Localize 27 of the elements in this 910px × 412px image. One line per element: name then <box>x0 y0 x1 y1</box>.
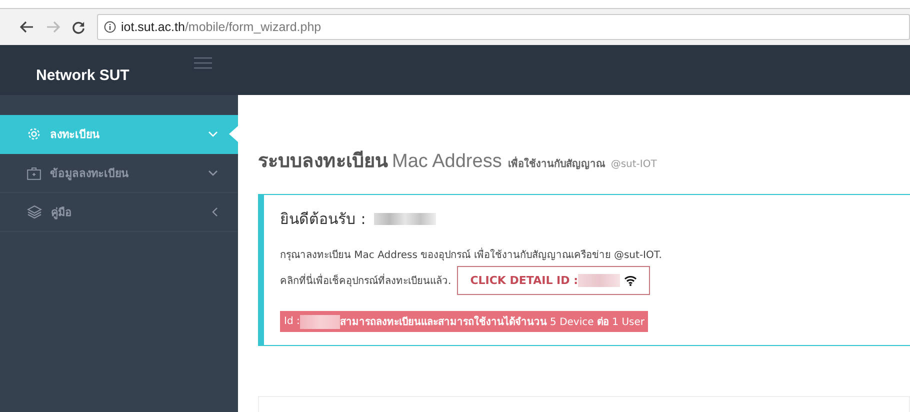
reload-icon[interactable] <box>72 20 85 34</box>
sidebar-item[interactable]: ข้อมูลลงทะเบียน <box>0 154 238 193</box>
click-detail-button[interactable]: CLICK DETAIL ID : <box>457 266 650 295</box>
instruction-text: กรุณาลงทะเบียน Mac Address ของอุปกรณ์ เพื่อใช้งานกับสัญญาณเครือข่าย @sut-IOT. <box>280 247 894 262</box>
page-title: ระบบลงทะเบียน <box>258 149 388 174</box>
sidebar-item[interactable]: คู่มือ <box>0 193 238 232</box>
redaction-blur <box>300 314 340 328</box>
brand-title: Network SUT <box>36 67 130 84</box>
sidebar-item[interactable]: ลงทะเบียน <box>0 115 238 154</box>
welcome-heading: ยินดีต้อนรับ : <box>280 209 366 230</box>
back-icon[interactable] <box>20 21 34 33</box>
title-note: เพื่อใช้งานกับสัญญาณ <box>508 156 605 171</box>
address-bar[interactable]: iot.sut.ac.th/mobile/form_wizard.php <box>97 14 910 40</box>
check-label: คลิกที่นี่เพื่อเช็คอุปกรณ์ที่ลงทะเบียนแล้ว. <box>280 273 452 288</box>
url-host: iot.sut.ac.th <box>121 20 185 34</box>
gear-icon <box>27 127 41 141</box>
layers-icon <box>27 205 42 219</box>
wifi-icon <box>624 275 637 286</box>
page-subtitle: Mac Address <box>392 151 502 173</box>
notice-text: สามารถลงทะเบียนและสามารถใช้งานได้จำนวน 5 Device ต่อ 1 User <box>340 314 644 329</box>
briefcase-icon <box>27 166 41 180</box>
redaction-blur <box>374 213 436 225</box>
title-tag: @sut-IOT <box>610 159 657 170</box>
notice-id-label: Id : <box>284 316 300 327</box>
info-icon[interactable] <box>104 21 116 33</box>
active-pointer <box>229 126 238 142</box>
url-path: /mobile/form_wizard.php <box>184 20 322 34</box>
